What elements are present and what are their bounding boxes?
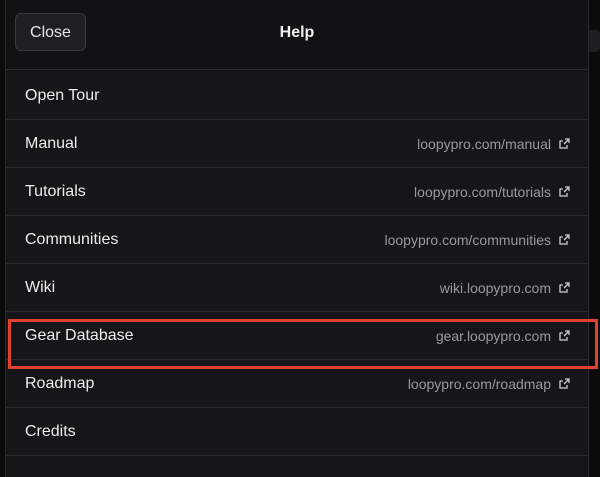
external-link-icon	[559, 330, 570, 341]
list-item-url: loopypro.com/communities	[384, 231, 551, 248]
list-item-wiki[interactable]: Wiki wiki.loopypro.com	[6, 264, 588, 312]
list-item-gear-database[interactable]: Gear Database gear.loopypro.com	[6, 312, 588, 360]
list-item-url: wiki.loopypro.com	[439, 279, 551, 296]
list-item-open-tour[interactable]: Open Tour	[6, 72, 588, 120]
list-item-label: Tutorials	[25, 182, 86, 200]
help-panel: Close Help Open Tour Manual loopypro.com…	[5, 0, 589, 477]
external-link-icon	[559, 186, 570, 197]
list-item-url: loopypro.com/roadmap	[407, 375, 551, 392]
list-item-label: Wiki	[25, 278, 56, 296]
list-item-label: Open Tour	[25, 86, 100, 104]
list-item-link: wiki.loopypro.com	[440, 280, 570, 296]
list-item-label: Manual	[25, 134, 78, 152]
external-link-icon	[559, 282, 570, 293]
list-item-url: loopypro.com/manual	[417, 135, 551, 152]
list-item-manual[interactable]: Manual loopypro.com/manual	[6, 120, 588, 168]
list-item-tutorials[interactable]: Tutorials loopypro.com/tutorials	[6, 168, 588, 216]
list-item-label: Gear Database	[25, 326, 134, 344]
list-item-link: gear.loopypro.com	[436, 328, 570, 344]
list-item-url: gear.loopypro.com	[435, 327, 551, 344]
help-list: Open Tour Manual loopypro.com/manual Tut…	[6, 72, 588, 456]
list-item-link: loopypro.com/manual	[417, 136, 570, 152]
list-item-url: loopypro.com/tutorials	[414, 183, 551, 200]
list-item-label: Communities	[25, 230, 119, 248]
list-item-link: loopypro.com/tutorials	[414, 184, 570, 200]
external-link-icon	[559, 378, 570, 389]
list-item-label: Roadmap	[25, 374, 95, 392]
list-item-link: loopypro.com/communities	[384, 232, 570, 248]
external-link-icon	[559, 138, 570, 149]
list-item-link: loopypro.com/roadmap	[408, 376, 570, 392]
header-bar: Close Help	[6, 0, 588, 70]
list-item-label: Credits	[25, 422, 76, 440]
external-link-icon	[559, 234, 570, 245]
help-screen: Close Help Open Tour Manual loopypro.com…	[0, 0, 600, 477]
list-item-roadmap[interactable]: Roadmap loopypro.com/roadmap	[6, 360, 588, 408]
page-title: Help	[279, 24, 315, 41]
list-item-credits[interactable]: Credits	[6, 408, 588, 456]
list-item-communities[interactable]: Communities loopypro.com/communities	[6, 216, 588, 264]
